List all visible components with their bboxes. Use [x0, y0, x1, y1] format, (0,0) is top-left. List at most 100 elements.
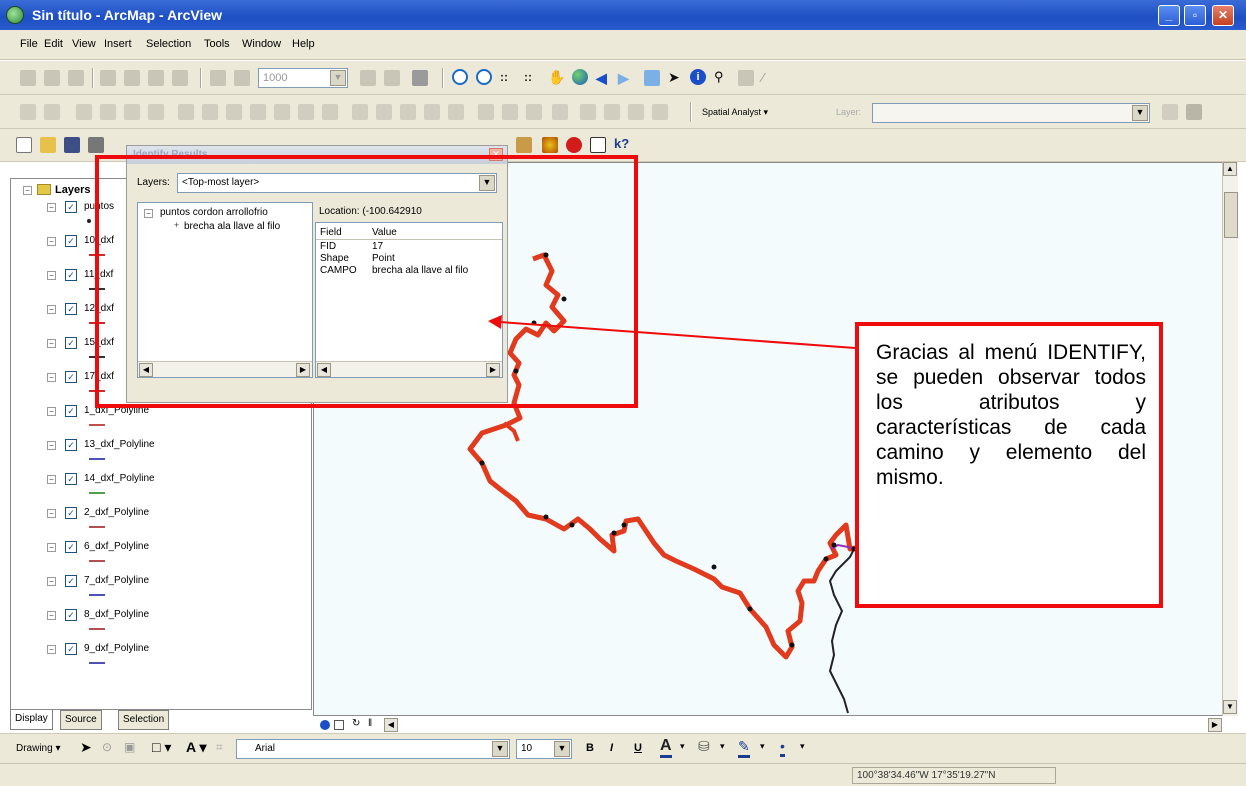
tool-icon[interactable] — [526, 104, 542, 120]
chart-icon[interactable] — [1186, 104, 1202, 120]
collapse-icon[interactable]: − — [47, 407, 56, 416]
find-binoculars-icon[interactable]: ⚲ — [714, 69, 730, 85]
toc-layer-8-dxf-polyline[interactable]: − ✓ 8_dxf_Polyline — [11, 609, 311, 643]
zoom-scale-combo[interactable]: 1000 ▼ — [258, 68, 348, 88]
scroll-down-icon[interactable]: ▼ — [1223, 700, 1237, 714]
menu-edit[interactable]: Edit — [44, 38, 63, 50]
rotate-icon[interactable]: ⊙ — [102, 740, 112, 754]
checkbox-checked-icon[interactable]: ✓ — [65, 337, 77, 349]
fixed-zoom-in-icon[interactable]: :: — [500, 70, 516, 86]
map-vertical-scrollbar[interactable]: ▲ ▼ — [1222, 162, 1238, 716]
tool-icon[interactable] — [580, 104, 596, 120]
tool-icon[interactable] — [448, 104, 464, 120]
font-color-icon[interactable]: A — [660, 737, 672, 758]
checkbox-checked-icon[interactable]: ✓ — [65, 269, 77, 281]
arccatalog-icon[interactable] — [542, 137, 558, 153]
menu-help[interactable]: Help — [292, 38, 315, 50]
tool-icon[interactable] — [400, 104, 416, 120]
collapse-icon[interactable]: − — [23, 186, 32, 195]
save-disk-icon[interactable] — [64, 137, 80, 153]
minimize-button[interactable]: _ — [1158, 5, 1180, 26]
toc-layer-14-dxf-polyline[interactable]: − ✓ 14_dxf_Polyline — [11, 473, 311, 507]
toc-layer-6-dxf-polyline[interactable]: − ✓ 6_dxf_Polyline — [11, 541, 311, 575]
checkbox-checked-icon[interactable]: ✓ — [65, 575, 77, 587]
spatial-analyst-menu[interactable]: Spatial Analyst ▾ — [702, 107, 768, 118]
tool-icon[interactable] — [202, 104, 218, 120]
edit-tool-icon[interactable] — [20, 70, 36, 86]
zoom-in-icon[interactable] — [452, 69, 468, 85]
new-document-icon[interactable] — [16, 137, 32, 153]
tool-icon[interactable] — [178, 104, 194, 120]
underline-button[interactable]: U — [634, 742, 642, 754]
chevron-down-icon[interactable]: ▾ — [680, 741, 685, 752]
rotate-tool-icon[interactable] — [68, 70, 84, 86]
close-button[interactable]: ✕ — [1212, 5, 1234, 26]
chevron-down-icon[interactable]: ▾ — [720, 741, 725, 752]
tool-icon[interactable] — [76, 104, 92, 120]
layout-tool-icon[interactable] — [100, 70, 116, 86]
menu-selection[interactable]: Selection — [146, 38, 191, 50]
focus-frame-icon[interactable] — [384, 70, 400, 86]
checkbox-checked-icon[interactable]: ✓ — [65, 235, 77, 247]
layout-tool-icon[interactable] — [124, 70, 140, 86]
open-folder-icon[interactable] — [40, 137, 56, 153]
tool-icon[interactable] — [298, 104, 314, 120]
menu-view[interactable]: View — [72, 38, 96, 50]
maximize-button[interactable]: ▫ — [1184, 5, 1206, 26]
scrollbar-thumb[interactable] — [1224, 192, 1238, 238]
tool-icon[interactable] — [250, 104, 266, 120]
menu-window[interactable]: Window — [242, 38, 281, 50]
print-icon[interactable] — [88, 137, 104, 153]
italic-button[interactable]: I — [610, 742, 613, 754]
collapse-icon[interactable]: − — [47, 611, 56, 620]
fill-color-icon[interactable]: ⛁ — [698, 738, 710, 755]
chevron-down-icon[interactable]: ▼ — [1132, 105, 1148, 121]
tab-source[interactable]: Source — [60, 710, 102, 730]
tool-icon[interactable] — [100, 104, 116, 120]
checkbox-checked-icon[interactable]: ✓ — [65, 473, 77, 485]
arctoolbox-icon[interactable] — [566, 137, 582, 153]
layout-tool-icon[interactable] — [148, 70, 164, 86]
collapse-icon[interactable]: − — [47, 475, 56, 484]
select-features-icon[interactable] — [644, 70, 660, 86]
forward-arrow-icon[interactable]: ▶ — [618, 70, 634, 86]
font-select[interactable]: Arial ▼ — [236, 739, 510, 759]
collapse-icon[interactable]: − — [47, 373, 56, 382]
tab-selection[interactable]: Selection — [118, 710, 170, 730]
whats-this-help-icon[interactable]: k? — [614, 136, 630, 152]
sketch-tool-icon[interactable] — [44, 70, 60, 86]
marker-color-icon[interactable]: • — [780, 738, 785, 757]
pause-icon[interactable]: ‖ — [368, 718, 372, 729]
scroll-right-icon[interactable]: ▶ — [1208, 718, 1222, 732]
change-layout-icon[interactable] — [412, 70, 428, 86]
checkbox-checked-icon[interactable]: ✓ — [65, 507, 77, 519]
tool-icon[interactable] — [552, 104, 568, 120]
full-extent-globe-icon[interactable] — [572, 69, 588, 85]
spatial-analyst-layer-combo[interactable]: ▼ — [872, 103, 1150, 123]
menu-tools[interactable]: Tools — [204, 38, 230, 50]
layers-root-label[interactable]: Layers — [55, 184, 90, 196]
rectangle-icon[interactable]: □ ▾ — [152, 739, 171, 756]
refresh-icon[interactable]: ↻ — [352, 718, 360, 729]
tool-icon[interactable] — [424, 104, 440, 120]
tool-icon[interactable] — [652, 104, 668, 120]
zoom-out-icon[interactable] — [476, 69, 492, 85]
checkbox-checked-icon[interactable]: ✓ — [65, 303, 77, 315]
checkbox-checked-icon[interactable]: ✓ — [65, 371, 77, 383]
collapse-icon[interactable]: − — [47, 509, 56, 518]
tool-icon[interactable] — [44, 104, 60, 120]
layout-view-icon[interactable] — [334, 720, 344, 730]
chevron-down-icon[interactable]: ▾ — [760, 741, 765, 752]
checkbox-checked-icon[interactable]: ✓ — [65, 643, 77, 655]
select-arrow-icon[interactable]: ➤ — [80, 739, 92, 756]
page-tool-icon[interactable] — [234, 70, 250, 86]
tool-icon[interactable] — [124, 104, 140, 120]
menu-file[interactable]: File — [20, 38, 38, 50]
chevron-down-icon[interactable]: ▼ — [554, 741, 570, 757]
collapse-icon[interactable]: − — [47, 271, 56, 280]
collapse-icon[interactable]: − — [47, 237, 56, 246]
line-color-icon[interactable]: ✎ — [738, 738, 750, 758]
pan-hand-icon[interactable]: ✋ — [548, 69, 565, 85]
tool-icon[interactable] — [628, 104, 644, 120]
toc-layer-2-dxf-polyline[interactable]: − ✓ 2_dxf_Polyline — [11, 507, 311, 541]
